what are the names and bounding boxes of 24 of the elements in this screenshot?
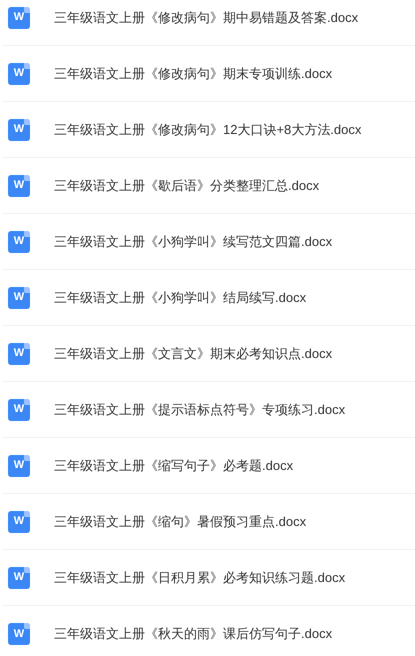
word-document-icon: W: [8, 286, 30, 308]
word-document-icon: W: [8, 454, 30, 476]
file-name[interactable]: 三年级语文上册《修改病句》期中易错题及答案.docx: [54, 8, 358, 28]
file-name[interactable]: 三年级语文上册《小狗学叫》续写范文四篇.docx: [54, 232, 332, 252]
word-document-icon: W: [8, 623, 30, 645]
word-document-icon: W: [8, 342, 30, 364]
file-name[interactable]: 三年级语文上册《秋天的雨》课后仿写句子.docx: [54, 624, 332, 644]
file-name[interactable]: 三年级语文上册《小狗学叫》结局续写.docx: [54, 288, 306, 308]
file-name[interactable]: 三年级语文上册《修改病句》12大口诀+8大方法.docx: [54, 120, 362, 140]
word-document-icon: W: [8, 118, 30, 140]
file-name[interactable]: 三年级语文上册《缩写句子》必考题.docx: [54, 456, 294, 476]
file-name[interactable]: 三年级语文上册《歇后语》分类整理汇总.docx: [54, 176, 320, 196]
word-document-icon: W: [8, 566, 30, 588]
file-name[interactable]: 三年级语文上册《缩句》暑假预习重点.docx: [54, 512, 306, 532]
word-document-icon: W: [8, 174, 30, 196]
file-name[interactable]: 三年级语文上册《提示语标点符号》专项练习.docx: [54, 400, 346, 420]
file-name[interactable]: 三年级语文上册《文言文》期末必考知识点.docx: [54, 344, 332, 364]
file-name[interactable]: 三年级语文上册《修改病句》期末专项训练.docx: [54, 64, 332, 84]
word-document-icon: W: [8, 6, 30, 28]
word-document-icon: W: [8, 230, 30, 252]
file-name[interactable]: 三年级语文上册《日积月累》必考知识练习题.docx: [54, 568, 346, 588]
word-document-icon: W: [8, 398, 30, 420]
word-document-icon: W: [8, 510, 30, 532]
word-document-icon: W: [8, 62, 30, 84]
